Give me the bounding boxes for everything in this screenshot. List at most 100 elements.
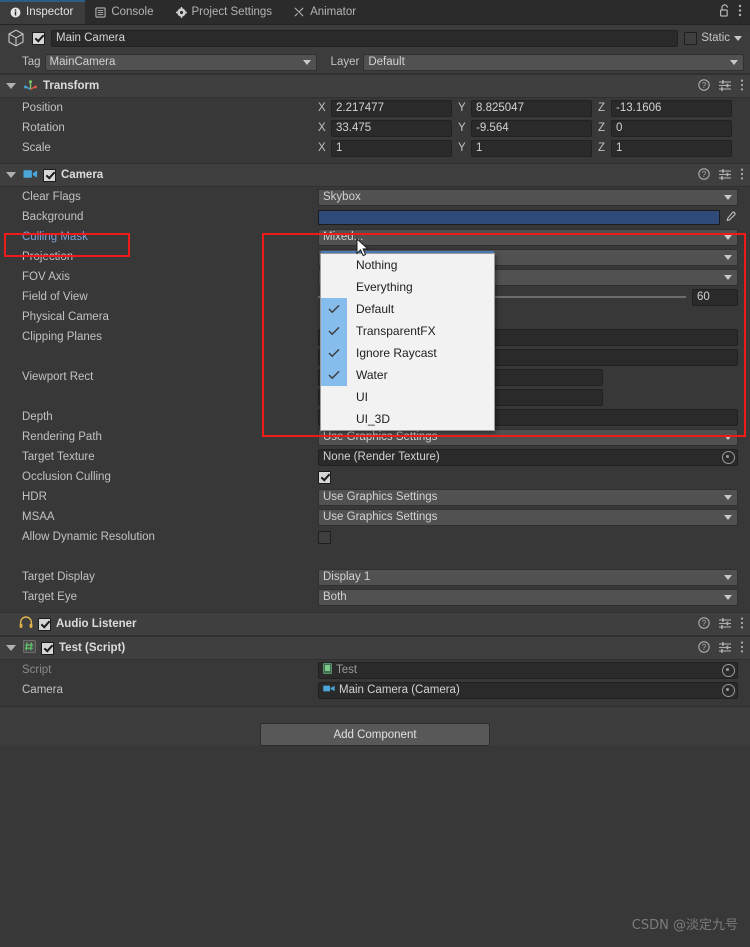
value: 0 (616, 122, 623, 134)
popup-item-ignore-raycast[interactable]: Ignore Raycast (321, 342, 494, 364)
gameobject-name-value: Main Camera (56, 32, 126, 44)
popup-item-label: UI_3D (356, 412, 391, 426)
unlock-icon[interactable] (719, 4, 730, 20)
scale-z-input[interactable]: 1 (611, 139, 732, 157)
rotation-x-input[interactable]: 33.475 (331, 119, 452, 137)
kebab-menu-icon[interactable] (740, 168, 744, 183)
info-icon (10, 7, 21, 18)
camera-msaa-row: MSAA Use Graphics Settings (0, 507, 750, 527)
kebab-menu-icon[interactable] (740, 617, 744, 632)
culling-mask-dropdown[interactable]: Mixed... (318, 228, 738, 246)
test-script-enabled-checkbox[interactable] (41, 641, 54, 655)
background-color-swatch[interactable] (318, 209, 720, 225)
axis-label-x: X (318, 122, 326, 134)
camera-icon (23, 168, 38, 183)
camera-value: Main Camera (Camera) (339, 684, 460, 696)
hdr-dropdown[interactable]: Use Graphics Settings (318, 488, 738, 506)
checkmark-icon (321, 298, 347, 320)
property-label: MSAA (22, 511, 55, 523)
position-z-input[interactable]: -13.1606 (611, 99, 732, 117)
preset-icon[interactable] (719, 641, 731, 656)
target-texture-object-field[interactable]: None (Render Texture) (318, 448, 738, 466)
help-icon[interactable]: ? (698, 78, 710, 94)
scale-y-input[interactable]: 1 (471, 139, 592, 157)
property-label: FOV Axis (22, 271, 70, 283)
foldout-arrow-icon[interactable] (6, 645, 16, 651)
popup-item-ui-3d[interactable]: UI_3D (321, 408, 494, 430)
kebab-menu-icon[interactable] (740, 641, 744, 656)
help-icon[interactable]: ? (698, 167, 710, 183)
camera-asset-icon (323, 684, 335, 696)
add-component-button[interactable]: Add Component (260, 723, 490, 746)
console-icon (95, 6, 106, 18)
camera-enabled-checkbox[interactable] (43, 168, 56, 182)
tab-console[interactable]: Console (85, 0, 165, 24)
rendering-path-dropdown[interactable]: Use Graphics Settings (318, 428, 738, 446)
popup-item-default[interactable]: Default (321, 298, 494, 320)
gameobject-header: Main Camera Static (0, 25, 750, 51)
checkmark-icon (321, 364, 347, 386)
occlusion-culling-checkbox[interactable] (318, 470, 331, 484)
object-picker-icon[interactable] (722, 663, 735, 677)
checkmark-icon (321, 342, 347, 364)
target-display-dropdown[interactable]: Display 1 (318, 568, 738, 586)
value: 2.217477 (336, 102, 384, 114)
component-header-camera[interactable]: Camera ? (0, 163, 750, 187)
help-icon[interactable]: ? (698, 640, 710, 656)
clear-flags-value: Skybox (323, 191, 361, 203)
msaa-dropdown[interactable]: Use Graphics Settings (318, 508, 738, 526)
preset-icon[interactable] (719, 79, 731, 94)
field-of-view-input[interactable]: 60 (692, 288, 738, 306)
property-label: Depth (22, 411, 53, 423)
allow-dynamic-resolution-checkbox[interactable] (318, 530, 331, 544)
popup-item-everything[interactable]: Everything (321, 276, 494, 298)
chevron-down-icon (724, 574, 732, 580)
component-header-test-script[interactable]: Test (Script) ? (0, 636, 750, 660)
clear-flags-dropdown[interactable]: Skybox (318, 188, 738, 206)
property-label: Camera (22, 684, 63, 696)
foldout-arrow-icon[interactable] (6, 83, 16, 89)
audio-listener-enabled-checkbox[interactable] (38, 617, 51, 631)
popup-item-ui[interactable]: UI (321, 386, 494, 408)
object-picker-icon[interactable] (722, 683, 735, 697)
popup-item-water[interactable]: Water (321, 364, 494, 386)
target-eye-dropdown[interactable]: Both (318, 588, 738, 606)
tag-dropdown[interactable]: MainCamera (44, 53, 317, 71)
tab-label: Console (111, 6, 154, 18)
culling-mask-dropdown-popup[interactable]: Nothing Everything Default TransparentFX… (320, 251, 495, 431)
transform-rotation-row: Rotation X 33.475 Y -9.564 Z0 (0, 118, 750, 138)
eyedropper-icon[interactable] (722, 211, 738, 223)
tab-inspector[interactable]: Inspector (0, 0, 86, 24)
help-icon[interactable]: ? (698, 616, 710, 632)
position-y-input[interactable]: 8.825047 (471, 99, 592, 117)
preset-icon[interactable] (719, 617, 731, 632)
preset-icon[interactable] (719, 168, 731, 183)
object-picker-icon[interactable] (722, 450, 735, 464)
property-label: Occlusion Culling (22, 471, 111, 483)
kebab-menu-icon[interactable] (740, 79, 744, 94)
gameobject-name-input[interactable]: Main Camera (51, 29, 679, 47)
foldout-arrow-icon[interactable] (6, 172, 16, 178)
layer-dropdown[interactable]: Default (363, 53, 744, 71)
property-label: Rotation (22, 122, 65, 134)
tab-project-settings[interactable]: Project Settings (166, 0, 285, 24)
rotation-z-input[interactable]: 0 (611, 119, 732, 137)
kebab-menu-icon[interactable] (738, 4, 742, 20)
axis-label-z: Z (598, 122, 606, 134)
camera-object-field[interactable]: Main Camera (Camera) (318, 681, 738, 699)
gameobject-enabled-checkbox[interactable] (32, 31, 45, 45)
component-header-transform[interactable]: Transform ? (0, 74, 750, 98)
popup-item-nothing[interactable]: Nothing (321, 254, 494, 276)
popup-item-transparentfx[interactable]: TransparentFX (321, 320, 494, 342)
test-script-camera-row: Camera Main Camera (Camera) (0, 680, 750, 700)
property-label: Target Texture (22, 451, 95, 463)
position-x-input[interactable]: 2.217477 (331, 99, 452, 117)
transform-scale-row: Scale X1 Y1 Z1 (0, 138, 750, 158)
tab-animator[interactable]: Animator (284, 0, 368, 24)
vector3-field: X 33.475 Y -9.564 Z0 (318, 119, 750, 137)
rotation-y-input[interactable]: -9.564 (471, 119, 592, 137)
static-checkbox[interactable] (684, 31, 698, 45)
component-header-audio-listener[interactable]: Audio Listener ? (0, 612, 750, 636)
static-dropdown-arrow-icon[interactable] (734, 35, 742, 41)
scale-x-input[interactable]: 1 (331, 139, 452, 157)
